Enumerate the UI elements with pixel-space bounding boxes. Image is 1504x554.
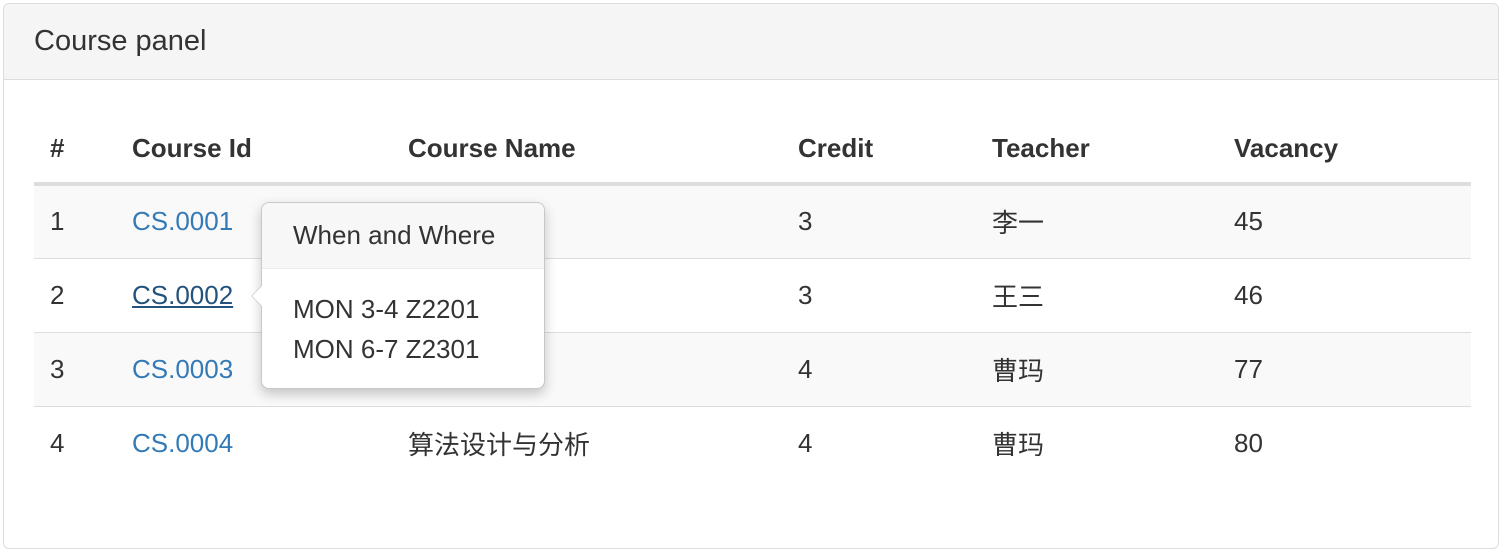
header-course-name: Course Name: [392, 114, 782, 186]
course-id-link[interactable]: CS.0001: [132, 206, 233, 236]
credit-cell: 3: [782, 184, 976, 259]
vacancy-cell: 80: [1234, 427, 1263, 458]
row-number: 2: [34, 258, 116, 333]
row-number: 1: [34, 184, 116, 259]
teacher-cell: 王三: [976, 258, 1218, 333]
vacancy-cell: 45: [1218, 184, 1471, 259]
table-header-row: # Course Id Course Name Credit Teacher V…: [34, 114, 1471, 186]
course-table: # Course Id Course Name Credit Teacher V…: [34, 114, 1471, 480]
course-id-link[interactable]: CS.0003: [132, 354, 233, 384]
header-course-id: Course Id: [116, 114, 392, 186]
vacancy-cell: 46: [1218, 258, 1471, 333]
course-id-link[interactable]: CS.0004: [132, 428, 233, 458]
when-where-popover: When and Where MON 3-4 Z2201 MON 6-7 Z23…: [251, 202, 545, 389]
credit-cell: 3: [782, 258, 976, 333]
table-row: 2 CS.0002 3 王三 46: [34, 258, 1471, 333]
header-teacher: Teacher: [976, 114, 1218, 186]
panel-heading: Course panel: [4, 4, 1498, 80]
schedule-line: MON 3-4 Z2201: [293, 294, 480, 324]
teacher-cell: 李一: [976, 184, 1218, 259]
header-credit: Credit: [782, 114, 976, 186]
schedule-line: MON 6-7 Z2301: [293, 334, 480, 364]
course-name-cell: 算法设计与分析: [408, 429, 591, 460]
course-id-link[interactable]: CS.0002: [132, 280, 233, 310]
teacher-cell: 曹玛: [976, 332, 1218, 407]
row-number: 4: [50, 427, 65, 458]
popover-content: MON 3-4 Z2201 MON 6-7 Z2301: [262, 269, 544, 369]
panel-title: Course panel: [34, 25, 207, 57]
credit-cell: 4: [782, 332, 976, 407]
credit-cell: 4: [798, 427, 813, 458]
teacher-cell: 曹玛: [992, 429, 1045, 460]
table-row: 3 CS.0003 4 曹玛 77: [34, 332, 1471, 407]
vacancy-cell: 77: [1218, 332, 1471, 407]
popover-title: When and Where: [262, 203, 544, 269]
header-vacancy: Vacancy: [1218, 114, 1471, 186]
course-id-cell: CS.0004: [116, 406, 392, 480]
popover-arrow: [251, 285, 262, 307]
row-number: 3: [34, 332, 116, 407]
header-number: #: [34, 114, 116, 186]
table-row: 4 CS.0004 算法设计与分析 4 曹玛 80: [34, 406, 1471, 480]
course-panel: Course panel # Course Id Course Name Cre…: [3, 3, 1499, 549]
table-row: 1 CS.0001 3 李一 45: [34, 184, 1471, 259]
